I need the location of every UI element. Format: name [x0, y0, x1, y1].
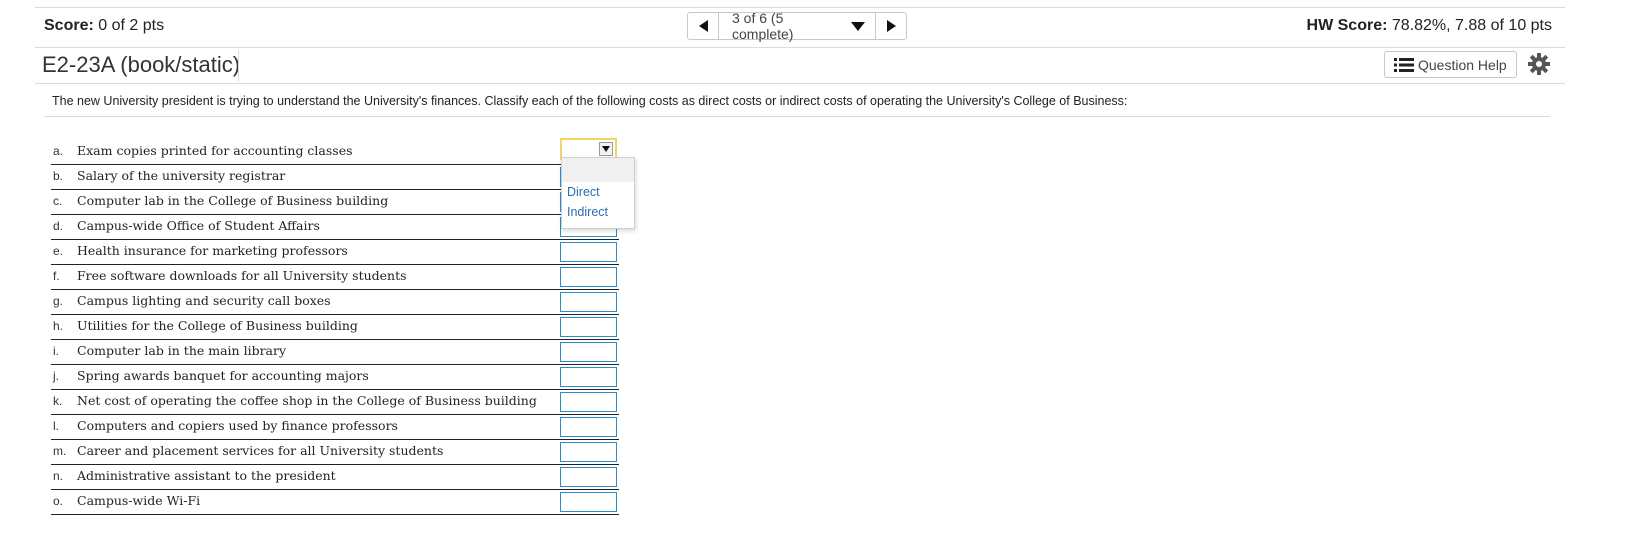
score-value: 0 of 2 pts — [93, 17, 165, 34]
item-letter: o. — [53, 494, 64, 508]
classification-select[interactable] — [560, 442, 617, 462]
item-letter: a. — [53, 144, 64, 158]
score-label: Score: — [44, 17, 94, 34]
classification-select[interactable] — [560, 392, 617, 412]
hw-score-value: 78.82%, 7.88 of 10 pts — [1387, 17, 1552, 34]
question-title: E2-23A (book/static) — [42, 52, 241, 77]
item-letter: f. — [53, 269, 60, 283]
dropdown-arrow-icon[interactable] — [599, 142, 613, 156]
hw-score-display: HW Score: 78.82%, 7.88 of 10 pts — [1307, 17, 1552, 35]
item-text: Spring awards banquet for accounting maj… — [77, 368, 369, 383]
score-display: Score: 0 of 2 pts — [44, 17, 164, 35]
classification-select[interactable] — [560, 367, 617, 387]
cost-item-row: b. Salary of the university registrar — [51, 165, 619, 190]
item-text: Computers and copiers used by finance pr… — [77, 418, 398, 433]
cost-item-row: d. Campus-wide Office of Student Affairs — [51, 215, 619, 240]
item-letter: d. — [53, 219, 64, 233]
item-text: Free software downloads for all Universi… — [77, 268, 407, 283]
classification-select[interactable] — [560, 467, 617, 487]
cost-item-row: i. Computer lab in the main library — [51, 340, 619, 365]
item-text: Career and placement services for all Un… — [77, 443, 444, 458]
cost-item-row: k. Net cost of operating the coffee shop… — [51, 390, 619, 415]
cost-item-row: o. Campus-wide Wi-Fi — [51, 490, 619, 515]
cost-item-row: m. Career and placement services for all… — [51, 440, 619, 465]
question-help-button[interactable]: Question Help — [1384, 51, 1517, 78]
title-divider — [35, 83, 1565, 84]
item-letter: j. — [53, 369, 59, 383]
pager-text: 3 of 6 (5 complete) — [732, 10, 794, 42]
cost-items-list: a. Exam copies printed for accounting cl… — [51, 138, 619, 515]
question-selector[interactable]: 3 of 6 (5 complete) — [719, 10, 875, 42]
dropdown-option-blank[interactable] — [562, 158, 634, 182]
question-prompt: The new University president is trying t… — [52, 94, 1128, 108]
item-letter: l. — [53, 419, 59, 433]
cost-item-row: c. Computer lab in the College of Busine… — [51, 190, 619, 215]
previous-question-button[interactable] — [687, 12, 719, 40]
cost-item-row: e. Health insurance for marketing profes… — [51, 240, 619, 265]
item-text: Salary of the university registrar — [77, 168, 286, 183]
chevron-left-icon — [698, 20, 708, 32]
cost-item-row: l. Computers and copiers used by finance… — [51, 415, 619, 440]
item-text: Net cost of operating the coffee shop in… — [77, 393, 537, 408]
item-text: Administrative assistant to the presiden… — [77, 468, 336, 483]
next-question-button[interactable] — [875, 12, 907, 40]
cost-item-row: n. Administrative assistant to the presi… — [51, 465, 619, 490]
cost-item-row: a. Exam copies printed for accounting cl… — [51, 138, 619, 165]
item-letter: g. — [53, 294, 64, 308]
classification-select[interactable] — [560, 292, 617, 312]
item-letter: b. — [53, 169, 64, 183]
classification-select[interactable] — [560, 242, 617, 262]
item-letter: h. — [53, 319, 64, 333]
cost-item-row: h. Utilities for the College of Business… — [51, 315, 619, 340]
title-separator — [238, 50, 239, 82]
item-text: Computer lab in the College of Business … — [77, 193, 389, 208]
dropdown-option-indirect[interactable]: Indirect — [562, 202, 634, 222]
item-text: Campus-wide Wi-Fi — [77, 493, 201, 508]
item-letter: i. — [53, 344, 59, 358]
list-icon — [1394, 57, 1414, 72]
item-text: Campus-wide Office of Student Affairs — [77, 218, 320, 233]
hw-score-label: HW Score: — [1306, 17, 1388, 34]
cost-item-row: f. Free software downloads for all Unive… — [51, 265, 619, 290]
item-text: Computer lab in the main library — [77, 343, 287, 358]
cost-item-row: g. Campus lighting and security call box… — [51, 290, 619, 315]
chevron-right-icon — [886, 20, 896, 32]
item-letter: c. — [53, 194, 63, 208]
caret-down-icon — [851, 21, 865, 31]
item-text: Exam copies printed for accounting class… — [77, 143, 353, 158]
prompt-divider — [44, 116, 1550, 117]
classification-select[interactable] — [560, 342, 617, 362]
item-text: Campus lighting and security call boxes — [77, 293, 331, 308]
item-text: Utilities for the College of Business bu… — [77, 318, 358, 333]
item-letter: e. — [53, 244, 64, 258]
question-pager: 3 of 6 (5 complete) — [687, 10, 907, 42]
question-help-label: Question Help — [1418, 56, 1507, 73]
cost-item-row: j. Spring awards banquet for accounting … — [51, 365, 619, 390]
dropdown-option-direct[interactable]: Direct — [562, 182, 634, 202]
classification-select[interactable] — [560, 492, 617, 512]
header-divider — [35, 47, 1565, 48]
classification-dropdown-menu: Direct Indirect — [561, 157, 635, 229]
top-divider — [35, 7, 1565, 8]
gear-icon[interactable] — [1526, 51, 1552, 77]
item-letter: m. — [53, 444, 67, 458]
classification-select[interactable] — [560, 417, 617, 437]
classification-select[interactable] — [560, 267, 617, 287]
item-text: Health insurance for marketing professor… — [77, 243, 348, 258]
classification-select[interactable] — [560, 317, 617, 337]
row-underline — [51, 514, 619, 515]
item-letter: k. — [53, 394, 63, 408]
item-letter: n. — [53, 469, 64, 483]
